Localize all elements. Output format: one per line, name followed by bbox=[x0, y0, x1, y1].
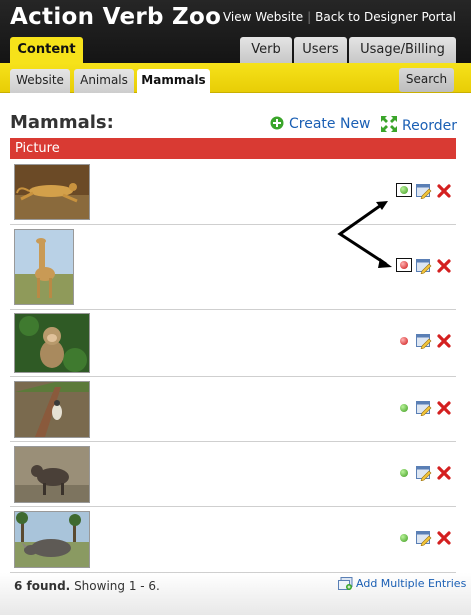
found-count: 6 found. bbox=[14, 579, 71, 593]
delete-x-icon[interactable] bbox=[437, 401, 451, 415]
edit-pencil-icon[interactable] bbox=[416, 184, 432, 199]
reorder-label: Reorder bbox=[402, 118, 458, 134]
create-new-button[interactable]: Create New bbox=[270, 116, 371, 134]
showing-range: Showing 1 - 6. bbox=[74, 579, 160, 593]
edit-pencil-icon[interactable] bbox=[416, 401, 432, 416]
subtab-website[interactable]: Website bbox=[10, 69, 70, 93]
monkey-thumbnail[interactable] bbox=[14, 313, 90, 373]
delete-x-icon[interactable] bbox=[437, 184, 451, 198]
delete-x-icon[interactable] bbox=[437, 259, 451, 273]
table-row bbox=[10, 310, 456, 377]
add-multiple-label: Add Multiple Entries bbox=[356, 577, 467, 590]
app-header: Action Verb Zoo View Website | Back to Des… bbox=[0, 0, 471, 63]
status-red-icon[interactable] bbox=[400, 261, 408, 269]
tab-users[interactable]: Users bbox=[294, 37, 347, 63]
status-green-icon[interactable] bbox=[400, 469, 408, 477]
delete-x-icon[interactable] bbox=[437, 466, 451, 480]
annotation-arrows bbox=[337, 201, 392, 268]
column-header-picture: Picture bbox=[10, 138, 456, 159]
results-summary: 6 found. Showing 1 - 6. bbox=[14, 579, 160, 593]
delete-x-icon[interactable] bbox=[437, 531, 451, 545]
status-green-icon[interactable] bbox=[400, 404, 408, 412]
add-multiple-entries-button[interactable]: Add Multiple Entries bbox=[338, 577, 466, 593]
delete-x-icon[interactable] bbox=[437, 334, 451, 348]
giraffe-thumbnail[interactable] bbox=[14, 229, 74, 305]
edit-pencil-icon[interactable] bbox=[416, 531, 432, 546]
tab-usage-billing[interactable]: Usage/Billing bbox=[349, 37, 456, 63]
view-website-link[interactable]: View Website bbox=[223, 10, 303, 24]
table-row bbox=[10, 442, 456, 507]
edit-pencil-icon[interactable] bbox=[416, 466, 432, 481]
table-row bbox=[10, 507, 456, 573]
expand-arrows-icon bbox=[381, 116, 397, 136]
wild-dog-thumbnail[interactable] bbox=[14, 446, 90, 503]
plus-circle-icon bbox=[270, 116, 284, 134]
create-new-label: Create New bbox=[289, 116, 371, 132]
app-title: Action Verb Zoo bbox=[10, 4, 222, 30]
edit-pencil-icon[interactable] bbox=[416, 259, 432, 274]
edit-pencil-icon[interactable] bbox=[416, 334, 432, 349]
status-green-icon[interactable] bbox=[400, 534, 408, 542]
header-link-separator: | bbox=[307, 10, 312, 24]
subtab-mammals[interactable]: Mammals bbox=[137, 69, 210, 94]
status-green-icon[interactable] bbox=[400, 186, 408, 194]
rhinoceros-thumbnail[interactable] bbox=[14, 511, 90, 568]
tab-verb[interactable]: Verb bbox=[240, 37, 292, 63]
search-button[interactable]: Search bbox=[399, 68, 454, 92]
header-links: View Website | Back to Designer Portal bbox=[223, 10, 456, 24]
designer-portal-link[interactable]: Back to Designer Portal bbox=[315, 10, 456, 24]
badger-thumbnail[interactable] bbox=[14, 381, 90, 438]
cheetah-thumbnail[interactable] bbox=[14, 164, 90, 220]
tab-content[interactable]: Content bbox=[10, 37, 83, 63]
page-title: Mammals: bbox=[10, 112, 114, 133]
subtab-animals[interactable]: Animals bbox=[74, 69, 134, 93]
status-red-icon[interactable] bbox=[400, 337, 408, 345]
reorder-button[interactable]: Reorder bbox=[381, 116, 457, 136]
add-multiple-icon bbox=[338, 577, 353, 593]
table-row bbox=[10, 377, 456, 442]
sub-navigation: Website Animals Mammals Search bbox=[0, 63, 471, 94]
